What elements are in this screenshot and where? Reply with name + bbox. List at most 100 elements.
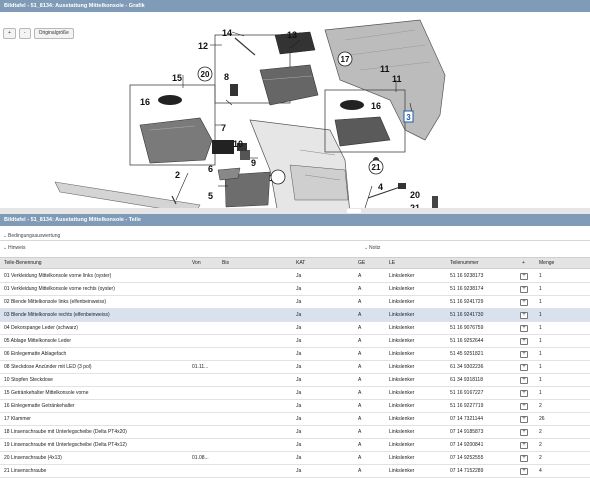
add-to-cart-icon[interactable]: +	[520, 364, 528, 371]
column-header-from[interactable]: Von	[192, 258, 201, 269]
part-name: 01 Verkleidung Mittelkonsole vorne links…	[4, 273, 112, 279]
quantity: 2	[539, 442, 542, 448]
svg-text:16: 16	[371, 101, 381, 111]
add-to-cart-icon[interactable]: +	[520, 299, 528, 306]
catalog-flag: Ja	[296, 390, 302, 396]
add-to-cart-icon[interactable]: +	[520, 455, 528, 462]
console-exploded-view: 2 15 12 14 13 7 9 6 5 4 11 16 19 20 21 1…	[54, 19, 446, 214]
table-row[interactable]: 05 Ablage Mittelkonsole Leder Ja A Linkslen…	[0, 335, 590, 348]
valid-from: 01.11...	[192, 364, 209, 370]
ge-code: A	[358, 416, 362, 422]
table-row[interactable]: 06 Einlegematte Ablagefach Ja A Linkslenker…	[0, 348, 590, 361]
add-to-cart-icon[interactable]: +	[520, 468, 528, 475]
add-to-cart-icon[interactable]: +	[520, 312, 528, 319]
quantity: 1	[539, 325, 542, 331]
steering-side: Linkslenker	[389, 325, 415, 331]
svg-text:14: 14	[222, 28, 232, 38]
table-row[interactable]: 18 Linsenschraube mit Unterlegscheibe (D…	[0, 426, 590, 439]
column-header-add: +	[522, 260, 525, 266]
ge-code: A	[358, 338, 362, 344]
part-name: 15 Getränkehalter Mittelkonsole vorne	[4, 390, 89, 396]
add-to-cart-icon[interactable]: +	[520, 442, 528, 449]
ge-code: A	[358, 351, 362, 357]
catalog-flag: Ja	[296, 286, 302, 292]
hints-section[interactable]: ⌄Hinweis ⌄Notiz	[0, 243, 590, 253]
table-row[interactable]: 08 Steckdose Anzünder mit LED (3 pol) 01.…	[0, 361, 590, 374]
steering-side: Linkslenker	[389, 299, 415, 305]
catalog-flag: Ja	[296, 351, 302, 357]
original-size-button[interactable]: Originalgröße	[33, 28, 74, 39]
part-number: 51 16 9252644	[450, 338, 484, 344]
add-to-cart-icon[interactable]: +	[520, 403, 528, 410]
svg-text:21: 21	[372, 163, 381, 172]
table-row[interactable]: 16 Einlegematte Getränkehalter Ja A Linksle…	[0, 400, 590, 413]
part-number: 51 16 9227719	[450, 403, 484, 409]
part-number: 07 14 9252555	[450, 455, 484, 461]
catalog-flag: Ja	[296, 364, 302, 370]
table-row[interactable]: 01 Verkleidung Mittelkonsole vorne recht…	[0, 283, 590, 296]
table-row[interactable]: 19 Linsenschraube mit Unterlegscheibe (D…	[0, 439, 590, 452]
ge-code: A	[358, 455, 362, 461]
table-row[interactable]: 20 Linsenschraube (4x13) 01.08... Ja A Links…	[0, 452, 590, 465]
zoom-in-button[interactable]: +	[3, 28, 16, 39]
column-header-le[interactable]: LE	[389, 258, 395, 269]
quantity: 1	[539, 299, 542, 305]
conditions-label: Bedingungsauswertung	[8, 233, 61, 239]
part-number: 07 14 7152289	[450, 468, 484, 474]
part-name: 05 Ablage Mittelkonsole Leder	[4, 338, 71, 344]
catalog-flag: Ja	[296, 455, 302, 461]
steering-side: Linkslenker	[389, 390, 415, 396]
part-name: 01 Verkleidung Mittelkonsole vorne recht…	[4, 286, 115, 292]
ge-code: A	[358, 442, 362, 448]
part-number: 51 16 9241729	[450, 299, 484, 305]
table-row[interactable]: 10 Stopfen Steckdose Ja A Linkslenker 61 34 …	[0, 374, 590, 387]
quantity: 1	[539, 286, 542, 292]
add-to-cart-icon[interactable]: +	[520, 390, 528, 397]
parts-table-header: Teile-Benennung Von Bis KAT GE LE Teilen…	[0, 257, 590, 269]
add-to-cart-icon[interactable]: +	[520, 351, 528, 358]
column-header-to[interactable]: Bis	[222, 258, 229, 269]
catalog-flag: Ja	[296, 312, 302, 318]
add-to-cart-icon[interactable]: +	[520, 325, 528, 332]
catalog-flag: Ja	[296, 338, 302, 344]
ge-code: A	[358, 364, 362, 370]
add-to-cart-icon[interactable]: +	[520, 273, 528, 280]
add-to-cart-icon[interactable]: +	[520, 429, 528, 436]
add-to-cart-icon[interactable]: +	[520, 416, 528, 423]
splitter-handle[interactable]	[347, 209, 361, 213]
table-row[interactable]: 04 Dekorspange Leder (schwarz) Ja A Linksle…	[0, 322, 590, 335]
part-number: 51 16 9238173	[450, 273, 484, 279]
table-row[interactable]: 01 Verkleidung Mittelkonsole vorne links…	[0, 270, 590, 283]
svg-text:9: 9	[251, 158, 256, 168]
svg-text:11: 11	[392, 74, 402, 84]
table-row[interactable]: 17 Klammer Ja A Linkslenker 07 14 7321144 26 +	[0, 413, 590, 426]
steering-side: Linkslenker	[389, 377, 415, 383]
column-header-kat[interactable]: KAT	[296, 258, 305, 269]
zoom-out-button[interactable]: -	[18, 28, 31, 39]
add-to-cart-icon[interactable]: +	[520, 377, 528, 384]
steering-side: Linkslenker	[389, 455, 415, 461]
column-header-quantity[interactable]: Menge	[539, 258, 554, 269]
table-row[interactable]: 15 Getränkehalter Mittelkonsole vorne Ja A…	[0, 387, 590, 400]
quantity: 2	[539, 455, 542, 461]
parts-diagram[interactable]: 2 15 12 14 13 7 9 6 5 4 11 16 19 20 21 1…	[0, 12, 590, 214]
svg-text:3: 3	[406, 113, 411, 122]
part-name: 03 Blende Mittelkonsole rechts (elfenbei…	[4, 312, 110, 318]
steering-side: Linkslenker	[389, 351, 415, 357]
svg-text:10: 10	[233, 139, 243, 149]
add-to-cart-icon[interactable]: +	[520, 338, 528, 345]
catalog-flag: Ja	[296, 403, 302, 409]
catalog-flag: Ja	[296, 442, 302, 448]
column-header-ge[interactable]: GE	[358, 258, 365, 269]
table-row[interactable]: 21 Linsenschraube Ja A Linkslenker 07 14 715…	[0, 465, 590, 478]
add-to-cart-icon[interactable]: +	[520, 286, 528, 293]
conditions-section[interactable]: ⌄Bedingungsauswertung	[0, 231, 590, 241]
table-row[interactable]: 02 Blende Mittelkonsole links (elfenbein…	[0, 296, 590, 309]
column-header-part-number[interactable]: Teilenummer	[450, 258, 479, 269]
ge-code: A	[358, 468, 362, 474]
svg-text:13: 13	[287, 30, 297, 40]
part-name: 17 Klammer	[4, 416, 31, 422]
table-row[interactable]: 03 Blende Mittelkonsole rechts (elfenbei…	[0, 309, 590, 322]
notes-section[interactable]: ⌄Notiz	[361, 243, 380, 253]
column-header-name[interactable]: Teile-Benennung	[4, 258, 42, 269]
